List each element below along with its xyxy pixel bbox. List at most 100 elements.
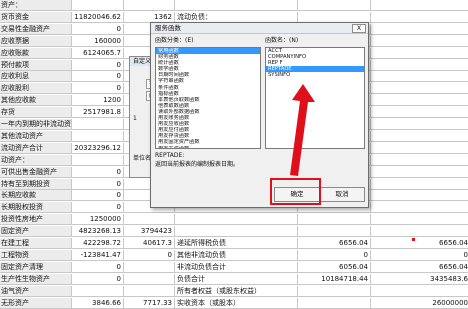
sheet-cell[interactable] bbox=[298, 0, 371, 10]
sheet-cell[interactable]: 0 bbox=[71, 71, 124, 82]
sheet-cell[interactable]: 应收股利 bbox=[0, 83, 72, 94]
sheet-cell[interactable] bbox=[371, 167, 468, 177]
sheet-cell[interactable] bbox=[371, 143, 468, 153]
sheet-cell[interactable]: 动资产： bbox=[0, 154, 72, 165]
sheet-cell[interactable] bbox=[371, 131, 468, 141]
sheet-cell[interactable]: 长期应收款 bbox=[0, 190, 72, 201]
sheet-cell[interactable]: 负债合计 bbox=[175, 273, 298, 284]
sheet-cell[interactable] bbox=[371, 179, 468, 189]
sheet-cell[interactable] bbox=[371, 202, 468, 212]
sheet-cell[interactable] bbox=[298, 297, 371, 308]
sheet-cell[interactable]: 0 bbox=[71, 273, 124, 284]
function-name-list-item[interactable]: SYSINFO bbox=[266, 72, 364, 78]
sheet-cell[interactable]: 6656.04 bbox=[298, 238, 371, 248]
sheet-cell[interactable]: 160000 bbox=[71, 35, 124, 46]
sheet-cell[interactable]: 生产性生物资产 bbox=[0, 273, 72, 284]
sheet-cell[interactable]: 工程物资 bbox=[0, 249, 72, 260]
sheet-cell[interactable] bbox=[298, 11, 371, 22]
sheet-cell[interactable] bbox=[371, 24, 468, 34]
sheet-cell[interactable] bbox=[71, 0, 124, 10]
sheet-cell[interactable]: 0 bbox=[71, 83, 124, 94]
sheet-cell[interactable]: 6124065.7 bbox=[71, 47, 124, 58]
sheet-cell[interactable]: 流动负债： bbox=[175, 11, 298, 22]
sheet-cell[interactable]: 1362 bbox=[124, 11, 175, 22]
sheet-cell[interactable] bbox=[371, 214, 468, 224]
sheet-cell[interactable]: 2517981.8 bbox=[71, 107, 124, 118]
sheet-cell[interactable]: 实收资本（或股本） bbox=[175, 297, 298, 308]
sheet-cell[interactable] bbox=[371, 119, 468, 129]
sheet-cell[interactable] bbox=[371, 48, 468, 58]
sheet-cell[interactable]: 11820046.62 bbox=[71, 11, 124, 22]
sheet-cell[interactable]: 持有至到期投资 bbox=[0, 178, 72, 189]
sheet-cell[interactable]: 应收账款 bbox=[0, 47, 72, 58]
sheet-cell[interactable] bbox=[175, 226, 298, 237]
sheet-cell[interactable]: 3435483.6 bbox=[371, 274, 468, 284]
close-button[interactable]: X bbox=[352, 24, 366, 33]
sheet-cell[interactable]: 0 bbox=[71, 23, 124, 34]
sheet-cell[interactable]: 1250000 bbox=[71, 214, 124, 225]
sheet-cell[interactable]: 3794423 bbox=[124, 226, 175, 237]
function-category-list[interactable]: 常用函数 财务函数 统计函数 数学函数 日期时间函数 字符串函数 条件函数 指标函数 本表他页取… bbox=[155, 47, 261, 149]
sheet-cell[interactable] bbox=[175, 0, 298, 10]
sheet-cell[interactable] bbox=[371, 12, 468, 22]
sheet-cell[interactable]: 其他流动资产 bbox=[0, 130, 72, 141]
sheet-cell[interactable]: 交易性金融资产 bbox=[0, 23, 72, 34]
sheet-cell[interactable]: 投资性房地产 bbox=[0, 214, 72, 225]
sheet-cell[interactable]: 6656.04 bbox=[371, 262, 468, 272]
sheet-cell[interactable]: 固定资产清理 bbox=[0, 261, 72, 272]
sheet-cell[interactable] bbox=[298, 285, 371, 296]
sheet-cell[interactable]: 26000000 bbox=[371, 298, 468, 308]
sheet-cell[interactable]: 所有者权益（或股东权益） bbox=[175, 285, 298, 296]
sheet-cell[interactable]: 其他非流动负债 bbox=[175, 249, 298, 260]
sheet-cell[interactable]: 0 bbox=[71, 178, 124, 189]
sheet-cell[interactable]: 固定资产 bbox=[0, 226, 72, 237]
sheet-cell[interactable]: 可供出售金融资产 bbox=[0, 166, 72, 177]
sheet-cell[interactable] bbox=[71, 119, 124, 129]
sheet-cell[interactable]: 0 bbox=[371, 250, 468, 260]
sheet-cell[interactable]: 4823268.13 bbox=[71, 226, 124, 237]
sheet-cell[interactable] bbox=[71, 130, 124, 141]
sheet-cell[interactable]: 10184718.44 bbox=[298, 273, 371, 284]
sheet-cell[interactable]: 预付款项 bbox=[0, 59, 72, 70]
sheet-cell[interactable] bbox=[71, 285, 124, 296]
sheet-cell[interactable] bbox=[175, 214, 298, 225]
sheet-cell[interactable] bbox=[371, 286, 468, 296]
sheet-cell[interactable]: 0 bbox=[71, 166, 124, 177]
sheet-cell[interactable]: 一年内到期的非流动资产 bbox=[0, 119, 72, 129]
sheet-cell[interactable]: 7717.33 bbox=[124, 297, 175, 308]
sheet-cell[interactable]: 其他应收款 bbox=[0, 95, 72, 106]
sheet-cell[interactable]: 20323296.12 bbox=[71, 142, 124, 153]
sheet-cell[interactable]: 0 bbox=[71, 202, 124, 213]
sheet-cell[interactable] bbox=[124, 273, 175, 284]
sheet-cell[interactable]: 无形资产 bbox=[0, 297, 72, 308]
sheet-cell[interactable]: 0 bbox=[71, 59, 124, 70]
sheet-cell[interactable] bbox=[298, 214, 371, 225]
sheet-cell[interactable]: 0 bbox=[124, 249, 175, 260]
sheet-cell[interactable] bbox=[371, 0, 468, 10]
sheet-cell[interactable] bbox=[371, 95, 468, 105]
sheet-cell[interactable] bbox=[298, 226, 371, 237]
sheet-cell[interactable]: 非流动负债合计 bbox=[175, 261, 298, 272]
sheet-cell[interactable]: 40617.3 bbox=[124, 238, 175, 248]
sheet-cell[interactable] bbox=[124, 0, 175, 10]
category-list-item[interactable]: 用友工资函数 bbox=[156, 146, 260, 149]
sheet-cell[interactable] bbox=[71, 154, 124, 165]
sheet-cell[interactable]: 油气资产 bbox=[0, 285, 72, 296]
sheet-cell[interactable]: 流动资产合计 bbox=[0, 142, 72, 153]
sheet-cell[interactable] bbox=[371, 60, 468, 70]
sheet-cell[interactable] bbox=[371, 155, 468, 165]
sheet-cell[interactable] bbox=[371, 36, 468, 46]
sheet-cell[interactable]: -123841.47 bbox=[71, 249, 124, 260]
sheet-cell[interactable] bbox=[371, 107, 468, 117]
sheet-cell[interactable]: 422298.72 bbox=[71, 238, 124, 248]
sheet-cell[interactable]: 0 bbox=[298, 249, 371, 260]
sheet-cell[interactable] bbox=[371, 71, 468, 81]
sheet-cell[interactable]: 应收利息 bbox=[0, 71, 72, 82]
sheet-cell[interactable]: 递延所得税负债 bbox=[175, 238, 298, 248]
sheet-cell[interactable]: 0 bbox=[71, 190, 124, 201]
sheet-cell[interactable]: 长期股权投资 bbox=[0, 202, 72, 213]
sheet-cell[interactable] bbox=[371, 190, 468, 200]
sheet-cell[interactable]: 1200 bbox=[71, 95, 124, 106]
sheet-cell[interactable]: 应收票据 bbox=[0, 35, 72, 46]
sheet-cell[interactable]: 0 bbox=[71, 261, 124, 272]
